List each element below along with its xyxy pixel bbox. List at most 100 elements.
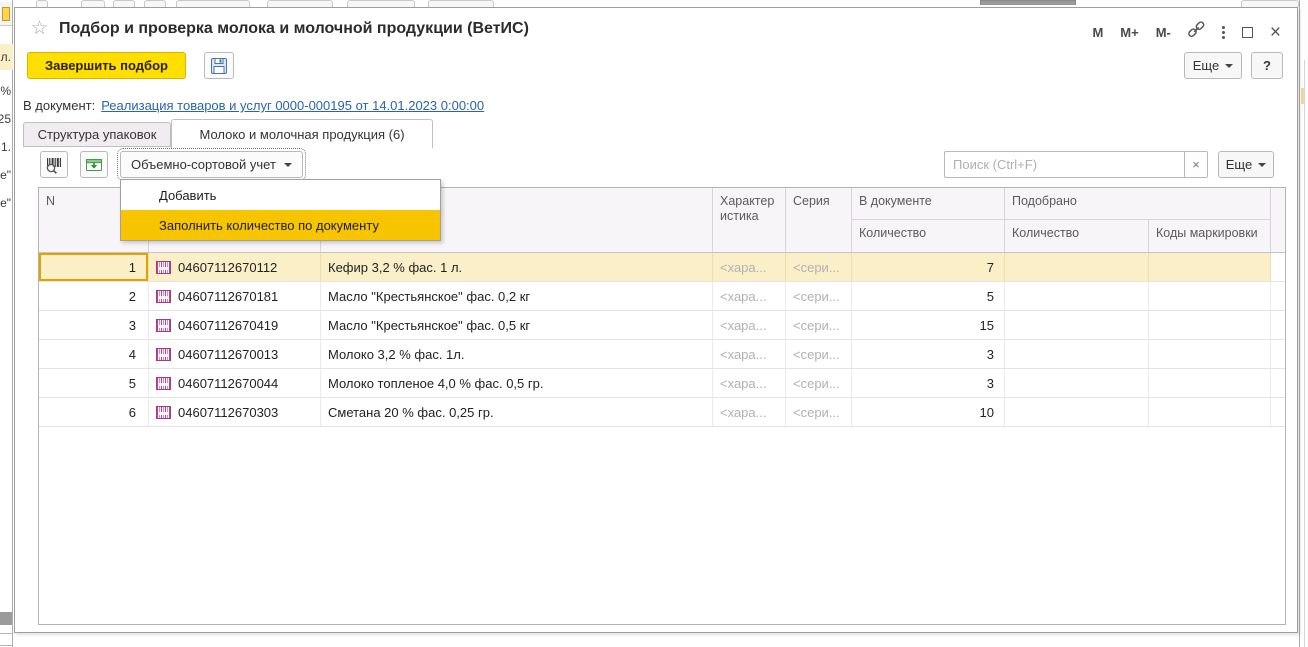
pick-and-check-dialog: ☆ Подбор и проверка молока и молочной пр… xyxy=(14,7,1298,633)
save-button[interactable] xyxy=(204,52,234,79)
cell-code: 04607112670112 xyxy=(178,260,277,275)
background-toolbar-fragment xyxy=(36,0,48,7)
cell-characteristic: <хара... xyxy=(713,398,786,426)
cell-qty-picked xyxy=(1005,311,1149,339)
cell-series: <сери... xyxy=(786,282,852,310)
more-button-top[interactable]: Еще xyxy=(1184,52,1242,79)
search-input[interactable] xyxy=(944,151,1184,178)
table-row[interactable]: 4 04607112670013 Молоко 3,2 % фас. 1л. <… xyxy=(39,340,1285,369)
background-toolbar-fragment xyxy=(1241,0,1299,7)
more-button-list[interactable]: Еще xyxy=(1218,151,1274,178)
barcode-scan-button[interactable] xyxy=(40,151,68,178)
cell-name: Масло "Крестьянское" фас. 0,5 кг xyxy=(321,311,713,339)
mode-dropdown-menu: ДобавитьЗаполнить количество по документ… xyxy=(120,179,441,241)
menu-item[interactable]: Заполнить количество по документу xyxy=(121,210,440,240)
background-window-left-sliver: л. % ,25 1. е" е" xyxy=(0,0,13,647)
table-row[interactable]: 3 04607112670419 Масло "Крестьянское" фа… xyxy=(39,311,1285,340)
cell-code: 04607112670044 xyxy=(178,376,278,391)
cell-marking-codes xyxy=(1149,282,1271,310)
background-scrollbar-track[interactable] xyxy=(1304,60,1305,647)
cell-qty-in-document: 5 xyxy=(852,282,1005,310)
mode-dropdown-button[interactable]: Объемно-сортовой учет xyxy=(120,151,303,178)
table-row[interactable]: 2 04607112670181 Масло "Крестьянское" фа… xyxy=(39,282,1285,311)
background-toolbar-fragment xyxy=(144,0,166,7)
background-text-fragment: % xyxy=(0,84,11,98)
cell-n: 5 xyxy=(39,369,149,397)
cell-characteristic: <хара... xyxy=(713,311,786,339)
background-toolbar-fragment xyxy=(176,0,250,7)
memory-minus-button[interactable]: M- xyxy=(1156,25,1171,40)
cell-n: 6 xyxy=(39,398,149,426)
search-clear-icon[interactable]: × xyxy=(1184,151,1208,178)
cell-qty-picked xyxy=(1005,398,1149,426)
background-window-right-sliver xyxy=(1299,0,1308,647)
help-button[interactable]: ? xyxy=(1251,52,1283,79)
background-toolbar-fragment xyxy=(428,0,494,7)
barcode-scan-icon xyxy=(45,156,63,174)
background-text-fragment: е" xyxy=(0,168,11,182)
column-header-quantity-picked[interactable]: Количество xyxy=(1005,220,1149,252)
cell-characteristic: <хара... xyxy=(713,369,786,397)
menu-item[interactable]: Добавить xyxy=(121,180,440,210)
cell-code: 04607112670013 xyxy=(178,347,278,362)
fill-table-icon xyxy=(85,156,103,174)
search-box: × xyxy=(944,151,1208,178)
tab-packing-structure[interactable]: Структура упаковок xyxy=(23,122,171,147)
memory-button[interactable]: M xyxy=(1092,25,1103,40)
chevron-down-icon xyxy=(284,163,292,167)
column-header-characteristic[interactable]: Характеристика xyxy=(713,188,786,252)
tab-milk-products[interactable]: Молоко и молочная продукция (6) xyxy=(171,119,433,148)
barcode-item-icon xyxy=(156,377,171,390)
column-header-filler xyxy=(1271,188,1285,252)
column-header-series[interactable]: Серия xyxy=(786,188,852,252)
background-text-fragment: л. xyxy=(1,50,11,64)
cell-series: <сери... xyxy=(786,311,852,339)
memory-plus-button[interactable]: M+ xyxy=(1120,25,1138,40)
background-line xyxy=(0,645,12,646)
cell-code: 04607112670303 xyxy=(178,405,278,420)
document-label: В документ: xyxy=(23,98,95,113)
background-toolbar-fragment xyxy=(113,0,135,7)
barcode-item-icon xyxy=(156,290,171,303)
close-icon[interactable]: × xyxy=(1270,27,1281,38)
barcode-item-icon xyxy=(156,406,171,419)
cell-marking-codes xyxy=(1149,398,1271,426)
column-header-marking-codes[interactable]: Коды маркировки xyxy=(1149,220,1271,252)
titlebar-actions: M M+ M- × xyxy=(1092,21,1281,43)
cell-qty-in-document: 3 xyxy=(852,340,1005,368)
cell-characteristic: <хара... xyxy=(713,282,786,310)
column-header-picked[interactable]: Подобрано xyxy=(1005,188,1271,220)
background-button xyxy=(0,2,12,26)
maximize-icon[interactable] xyxy=(1242,27,1253,38)
document-link[interactable]: Реализация товаров и услуг 0000-000195 о… xyxy=(101,98,484,113)
cell-series: <сери... xyxy=(786,369,852,397)
kebab-menu-icon[interactable] xyxy=(1222,26,1225,39)
cell-name: Масло "Крестьянское" фас. 0,2 кг xyxy=(321,282,713,310)
cell-n: 4 xyxy=(39,340,149,368)
background-toolbar-fragment xyxy=(267,0,333,7)
column-header-quantity-doc[interactable]: Количество xyxy=(852,220,1005,252)
cell-code: 04607112670181 xyxy=(178,289,278,304)
cell-qty-in-document: 3 xyxy=(852,369,1005,397)
dialog-title: Подбор и проверка молока и молочной прод… xyxy=(59,20,529,38)
table-row[interactable]: 6 04607112670303 Сметана 20 % фас. 0,25 … xyxy=(39,398,1285,427)
background-text-fragment: ,25 xyxy=(0,112,11,126)
table-row[interactable]: 5 04607112670044 Молоко топленое 4,0 % ф… xyxy=(39,369,1285,398)
table-row[interactable]: 1 04607112670112 Кефир 3,2 % фас. 1 л. <… xyxy=(39,253,1285,282)
link-icon[interactable] xyxy=(1188,21,1205,43)
cell-n: 1 xyxy=(39,253,149,281)
cell-qty-picked xyxy=(1005,369,1149,397)
cell-name: Молоко 3,2 % фас. 1л. xyxy=(321,340,713,368)
background-scrollbar-thumb[interactable] xyxy=(0,612,12,625)
cell-characteristic: <хара... xyxy=(713,340,786,368)
fill-from-document-button[interactable] xyxy=(80,151,108,178)
cell-qty-picked xyxy=(1005,340,1149,368)
cell-qty-in-document: 10 xyxy=(852,398,1005,426)
cell-qty-picked xyxy=(1005,253,1149,281)
cell-name: Кефир 3,2 % фас. 1 л. xyxy=(321,253,713,281)
finish-pick-button[interactable]: Завершить подбор xyxy=(27,52,186,79)
column-header-in-document[interactable]: В документе xyxy=(852,188,1005,220)
cell-name: Сметана 20 % фас. 0,25 гр. xyxy=(321,398,713,426)
background-scrollbar-fragment xyxy=(980,0,1076,5)
favorite-star-icon[interactable]: ☆ xyxy=(31,17,48,40)
